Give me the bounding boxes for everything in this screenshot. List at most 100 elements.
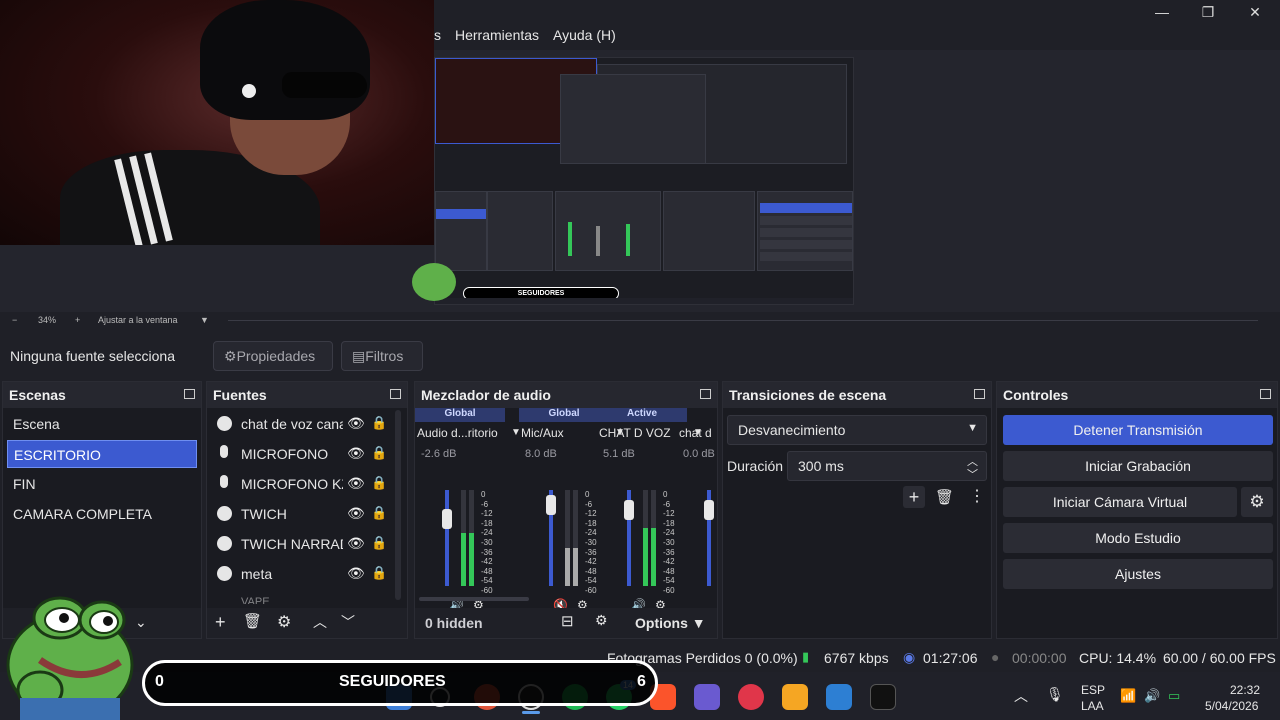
maximize-button[interactable]: ❐ xyxy=(1185,2,1231,22)
source-row[interactable]: VAPE xyxy=(211,590,389,604)
eye-icon[interactable]: 👁 xyxy=(347,475,365,492)
eye-icon[interactable]: 👁 xyxy=(347,565,365,582)
properties-button[interactable]: ⚙Propiedades xyxy=(213,341,333,371)
vscode-icon[interactable] xyxy=(826,684,852,710)
eye-icon[interactable]: 👁 xyxy=(347,505,365,522)
close-button[interactable]: ✕ xyxy=(1232,2,1278,22)
app-icon[interactable] xyxy=(782,684,808,710)
chevron-up-icon[interactable]: ︿ xyxy=(1014,686,1028,706)
mixer-channel-name[interactable]: CHAT D VOZ xyxy=(599,426,685,440)
lock-icon[interactable]: 🔒 xyxy=(371,415,387,431)
mixer-channel-tag: Global xyxy=(415,408,505,422)
mixer-channel-tag xyxy=(677,408,717,422)
arrow-up-icon[interactable]: ︿ xyxy=(313,612,327,632)
trash-icon[interactable]: 🗑 xyxy=(243,612,262,630)
region[interactable]: LAA xyxy=(1081,699,1104,713)
nested-mixer xyxy=(555,191,661,271)
lock-icon[interactable]: 🔒 xyxy=(371,445,387,461)
clock-time[interactable]: 22:32 xyxy=(1230,683,1260,697)
lock-icon[interactable]: 🔒 xyxy=(371,505,387,521)
float-icon[interactable] xyxy=(184,389,195,399)
app-icon[interactable] xyxy=(694,684,720,710)
zoom-level: 34% xyxy=(38,315,57,325)
zoom-scrollbar[interactable] xyxy=(228,320,1258,321)
fit-window-button[interactable]: Ajustar a la ventana xyxy=(98,315,178,325)
source-row[interactable]: meta 👁 🔒 xyxy=(211,560,389,588)
mixer-channel-name[interactable]: Audio d...ritorio xyxy=(417,426,503,440)
volume-icon[interactable]: 🔊 xyxy=(1144,688,1160,704)
fader-handle[interactable] xyxy=(442,509,452,530)
start-record-button[interactable]: Iniciar Grabación xyxy=(1003,451,1273,481)
wifi-icon[interactable]: 📶 xyxy=(1120,688,1136,704)
arrow-down-icon[interactable]: ﹀ xyxy=(341,612,355,632)
source-row[interactable]: MICROFONO KZ 👁 🔒 xyxy=(211,470,389,498)
sources-scrollbar[interactable] xyxy=(395,410,401,600)
mixer-channel-name[interactable]: chat d xyxy=(679,426,717,440)
layout-icon[interactable]: ⊟ xyxy=(561,612,574,630)
advanced-audio-icon[interactable]: ⚙ xyxy=(595,612,608,629)
source-row[interactable]: TWICH 👁 🔒 xyxy=(211,500,389,528)
battery-icon[interactable]: ▭ xyxy=(1168,688,1180,704)
source-row[interactable]: TWICH NARRADOR 👁 🔒 xyxy=(211,530,389,558)
add-transition-icon[interactable]: + xyxy=(903,486,925,508)
language[interactable]: ESP xyxy=(1081,683,1105,697)
audio-meter-fill xyxy=(643,528,648,586)
mixer-scrollbar[interactable] xyxy=(419,597,529,601)
transitions-title: Transiciones de escena xyxy=(723,382,991,408)
nested-preview-inner xyxy=(560,74,706,164)
eye-icon[interactable]: 👁 xyxy=(347,445,365,462)
gear-icon[interactable]: ⚙ xyxy=(1241,487,1273,517)
scene-item[interactable]: FIN xyxy=(7,470,197,498)
start-virtual-cam-button[interactable]: Iniciar Cámara Virtual xyxy=(1003,487,1237,517)
menu-tools[interactable]: Herramientas xyxy=(455,27,539,43)
fader-handle[interactable] xyxy=(704,499,714,520)
preview-canvas[interactable]: SEGUIDORES xyxy=(434,57,854,305)
lock-icon[interactable]: 🔒 xyxy=(371,475,387,491)
source-row[interactable]: chat de voz canal 👁 🔒 xyxy=(211,410,389,438)
fader-handle[interactable] xyxy=(624,499,634,520)
chevron-down-icon[interactable]: ▼ xyxy=(200,315,209,325)
filters-button[interactable]: ▤Filtros xyxy=(341,341,423,371)
eye-icon[interactable]: 👁 xyxy=(347,535,365,552)
microphone-icon[interactable]: 🎙 xyxy=(1046,686,1064,703)
float-icon[interactable] xyxy=(1260,389,1271,399)
menu-help[interactable]: Ayuda (H) xyxy=(553,27,616,43)
chevron-down-icon[interactable]: ﹀ xyxy=(967,466,978,482)
browser-icon xyxy=(217,566,232,581)
scene-item[interactable]: ESCRITORIO xyxy=(7,440,197,468)
float-icon[interactable] xyxy=(974,389,985,399)
studio-mode-button[interactable]: Modo Estudio xyxy=(1003,523,1273,553)
settings-button[interactable]: Ajustes xyxy=(1003,559,1273,589)
minimize-button[interactable]: — xyxy=(1139,2,1185,22)
fader-handle[interactable] xyxy=(546,494,556,515)
audio-meter xyxy=(469,490,474,586)
source-name: TWICH xyxy=(241,506,287,522)
float-icon[interactable] xyxy=(390,389,401,399)
meter-scale-label: -18 xyxy=(585,518,597,528)
lock-icon[interactable]: 🔒 xyxy=(371,565,387,581)
menu-partial[interactable]: s xyxy=(434,27,441,43)
nested-transitions xyxy=(663,191,755,271)
zoom-out-button[interactable]: − xyxy=(12,315,17,325)
source-row[interactable]: MICROFONO 👁 🔒 xyxy=(211,440,389,468)
audio-meter-fill xyxy=(573,547,578,586)
duration-spinbox[interactable]: 300 ms ︿ ﹀ xyxy=(787,451,987,481)
app-icon[interactable] xyxy=(738,684,764,710)
scene-item[interactable]: CAMARA COMPLETA xyxy=(7,500,197,528)
tiktok-icon[interactable] xyxy=(870,684,896,710)
mixer-channel-name[interactable]: Mic/Aux xyxy=(521,426,607,440)
eye-icon[interactable]: 👁 xyxy=(347,415,365,432)
hidden-count[interactable]: 0 hidden xyxy=(425,615,483,631)
scene-item[interactable]: Escena xyxy=(7,410,197,438)
zoom-in-button[interactable]: + xyxy=(75,315,80,325)
lock-icon[interactable]: 🔒 xyxy=(371,535,387,551)
gear-icon[interactable]: ⚙ xyxy=(277,612,291,632)
options-button[interactable]: Options ▼ xyxy=(635,615,706,631)
more-icon[interactable]: ⋮ xyxy=(969,486,985,506)
stop-stream-button[interactable]: Detener Transmisión xyxy=(1003,415,1273,445)
clock-date[interactable]: 5/04/2026 xyxy=(1205,699,1258,713)
transition-select[interactable]: Desvanecimiento ▼ xyxy=(727,415,987,445)
volume-fader[interactable] xyxy=(445,490,449,586)
trash-icon[interactable]: 🗑 xyxy=(935,488,954,506)
add-icon[interactable]: + xyxy=(215,612,226,633)
